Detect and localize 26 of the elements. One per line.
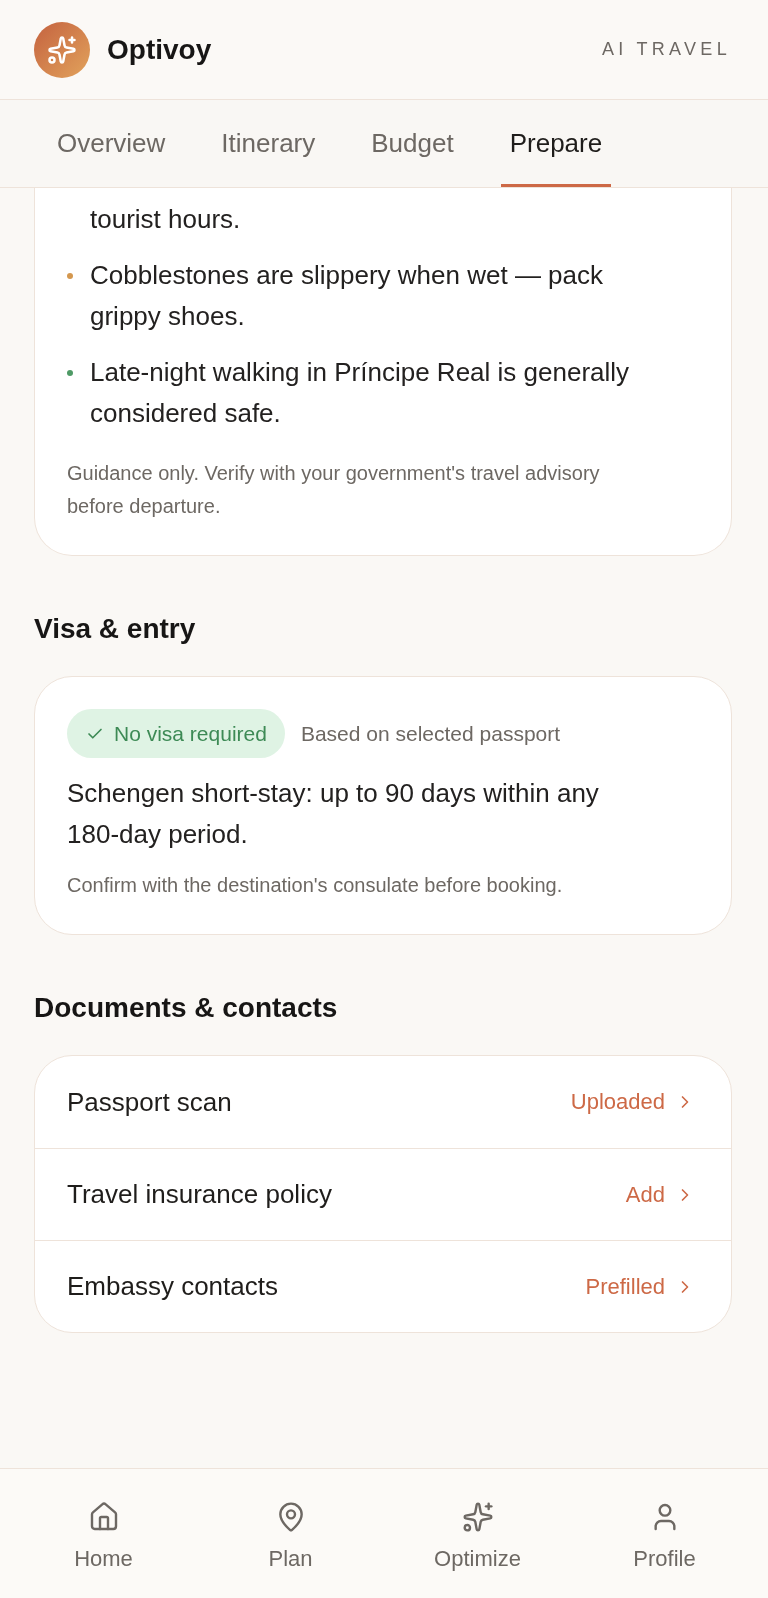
- nav-item[interactable]: Profile: [571, 1469, 758, 1598]
- tab[interactable]: Budget: [362, 100, 463, 187]
- visa-status-text: No visa required: [114, 721, 267, 746]
- disclaimer-text: Guidance only. Verify with your government's travel advisory before departure.: [67, 461, 601, 519]
- nav-item[interactable]: Plan: [197, 1469, 384, 1598]
- advice-text: Late-night walking in Príncipe Real is generally considered safe.: [90, 356, 631, 430]
- document-name: Embassy contacts: [67, 1271, 278, 1302]
- sparkle-icon: [461, 1501, 494, 1533]
- advice-text: tourist hours.: [90, 203, 241, 236]
- status-link[interactable]: Add: [625, 1181, 695, 1208]
- visa-note-text: Confirm with the destination's consulate before booking.: [67, 873, 564, 898]
- document-name: Travel insurance policy: [67, 1179, 332, 1210]
- app-name: Optivoy: [107, 33, 212, 66]
- nav-item[interactable]: Home: [10, 1469, 197, 1598]
- status-link[interactable]: Uploaded: [570, 1089, 695, 1115]
- visa-rule-text: Schengen short-stay: up to 90 days within any 180-day period.: [67, 777, 600, 851]
- tagline: AI TRAVEL: [601, 39, 731, 60]
- section-heading: Visa & entry: [34, 613, 197, 645]
- tab[interactable]: Itinerary: [212, 100, 325, 187]
- tab[interactable]: Overview: [48, 100, 175, 187]
- document-name: Passport scan: [67, 1086, 232, 1118]
- advice-text: Cobblestones are slippery when wet — pack grippy shoes.: [90, 259, 605, 333]
- badge-hint-text: Based on selected passport: [300, 721, 561, 746]
- status-link[interactable]: Prefilled: [585, 1273, 695, 1300]
- nav-item[interactable]: Optimize: [384, 1469, 571, 1598]
- section-heading: Documents & contacts: [34, 992, 339, 1024]
